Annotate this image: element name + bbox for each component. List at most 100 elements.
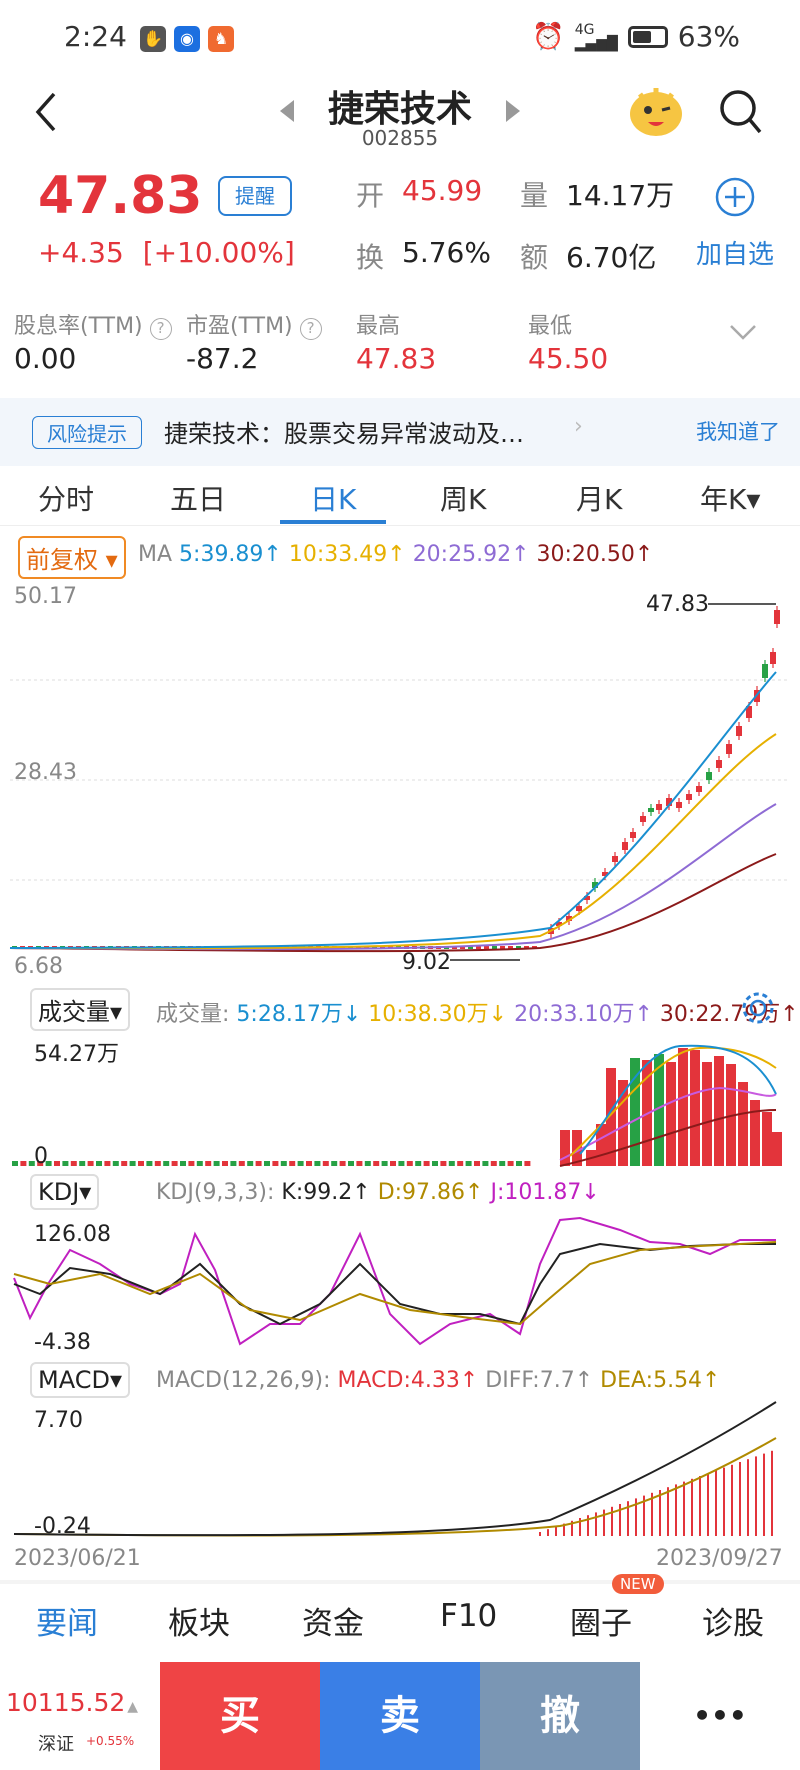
- risk-notice-bar[interactable]: 风险提示 捷荣技术：股票交易异常波动及… › 我知道了: [0, 398, 800, 466]
- volume-bar: [272, 1161, 279, 1166]
- volume-selector[interactable]: 成交量▾: [30, 988, 131, 1031]
- nav-f10[interactable]: F10: [440, 1598, 497, 1634]
- volume-bar: [339, 1161, 346, 1166]
- dismiss-button[interactable]: 我知道了: [696, 416, 780, 446]
- candle: [484, 946, 489, 949]
- battery-icon: [627, 25, 668, 48]
- volume-bar: [516, 1161, 522, 1166]
- more-button[interactable]: •••: [640, 1662, 800, 1770]
- high-value: 47.83: [356, 342, 437, 375]
- macd-selector[interactable]: MACD▾: [30, 1362, 130, 1398]
- kdj-legend: KDJ(9,3,3): K:99.2↑ D:97.86↑ J:101.87↓: [156, 1180, 600, 1205]
- add-watch-icon[interactable]: [714, 176, 756, 218]
- volume-label: 量: [520, 179, 549, 212]
- volume-bar: [499, 1161, 506, 1166]
- add-watch-button[interactable]: 加自选: [696, 234, 774, 271]
- candle: [640, 816, 646, 822]
- turnover-value: 5.76%: [402, 236, 491, 269]
- index-change: +0.55%: [86, 1734, 135, 1748]
- ma30-line: [9, 853, 777, 953]
- chevron-down-icon[interactable]: [728, 322, 758, 342]
- kline-min-label: 9.02: [402, 950, 451, 975]
- bottom-nav: 要闻 板块 资金 F10 圈子 NEW 诊股: [0, 1574, 800, 1660]
- cancel-order-button[interactable]: 撤: [480, 1662, 640, 1770]
- next-stock-icon[interactable]: [504, 98, 522, 124]
- nav-news[interactable]: 要闻: [36, 1598, 98, 1643]
- open-value: 45.99: [402, 174, 483, 207]
- candle: [716, 760, 722, 768]
- candle: [736, 726, 742, 736]
- volume-bar: [87, 1161, 94, 1166]
- volume-bar: [314, 1161, 321, 1166]
- buy-button[interactable]: 买: [160, 1662, 320, 1770]
- volume-bar: [154, 1161, 161, 1166]
- candle: [686, 794, 692, 800]
- candle: [612, 856, 618, 862]
- sell-button[interactable]: 卖: [320, 1662, 480, 1770]
- bulb-icon: ◉: [174, 26, 200, 52]
- tab-daily-k[interactable]: 日K: [310, 478, 356, 518]
- nav-sector[interactable]: 板块: [168, 1598, 230, 1643]
- nav-diagnose[interactable]: 诊股: [702, 1598, 764, 1643]
- volume-bar: [255, 1161, 262, 1166]
- info-icon: ?: [149, 318, 172, 340]
- nav-funds[interactable]: 资金: [302, 1598, 364, 1643]
- volume-bar: [524, 1161, 531, 1166]
- volume-y-max: 54.27万: [34, 1042, 119, 1067]
- new-badge: NEW: [612, 1574, 664, 1594]
- volume-bar: [348, 1161, 354, 1166]
- volume-bar: [390, 1161, 396, 1166]
- volume-y-min: 0: [34, 1144, 48, 1169]
- volume-bar: [222, 1161, 228, 1166]
- dividend-value: 0.00: [14, 342, 77, 375]
- volume-bar: [247, 1161, 254, 1166]
- tab-five-day[interactable]: 五日: [170, 478, 226, 518]
- candle: [696, 786, 702, 792]
- volume-bar: [702, 1062, 712, 1166]
- candle: [576, 906, 582, 911]
- kline-chart[interactable]: [0, 576, 800, 986]
- kdj-y-min: -4.38: [34, 1330, 91, 1355]
- volume-bar: [289, 1161, 296, 1166]
- candle: [648, 808, 654, 812]
- volume-bar: [54, 1161, 60, 1166]
- settings-gear-icon[interactable]: [740, 990, 776, 1026]
- alert-button[interactable]: 提醒: [218, 176, 292, 216]
- chevron-right-icon: ›: [574, 414, 583, 439]
- volume-bar: [264, 1161, 270, 1166]
- tab-weekly-k[interactable]: 周K: [440, 478, 486, 518]
- volume-bar: [490, 1161, 497, 1166]
- candle: [676, 802, 682, 808]
- nav-circle[interactable]: 圈子: [570, 1598, 632, 1643]
- notification-icons: ✋ ◉ ♞: [140, 26, 234, 52]
- macd-chart[interactable]: [0, 1400, 800, 1540]
- volume-bar: [213, 1161, 220, 1166]
- volume-bar: [129, 1161, 136, 1166]
- tab-monthly-k[interactable]: 月K: [576, 478, 622, 518]
- stock-header: 捷荣技术 002855: [0, 80, 800, 160]
- open-label: 开: [356, 179, 385, 212]
- dea-line: [13, 1437, 777, 1537]
- candle: [656, 804, 662, 810]
- volume-bar: [96, 1161, 102, 1166]
- volume-bar: [306, 1161, 312, 1166]
- tab-timeshare[interactable]: 分时: [38, 478, 94, 518]
- kdj-selector[interactable]: KDJ▾: [30, 1174, 100, 1210]
- volume-chart[interactable]: [0, 1030, 800, 1170]
- status-bar: 2:24 ✋ ◉ ♞ ⏰ 4G ▂▄▆█ 63%: [0, 0, 800, 80]
- trade-action-bar: 10115.52 ▲ 深证 +0.55% 买 卖 撤 •••: [0, 1662, 800, 1770]
- back-icon[interactable]: [34, 90, 58, 134]
- tab-yearly-k[interactable]: 年K▾: [700, 478, 760, 518]
- kdj-chart[interactable]: [0, 1214, 800, 1354]
- mascot-icon[interactable]: [626, 80, 686, 140]
- index-ticker[interactable]: 10115.52 ▲ 深证 +0.55%: [0, 1662, 160, 1770]
- pe-value: -87.2: [186, 342, 259, 375]
- volume-bar: [738, 1082, 748, 1166]
- prev-stock-icon[interactable]: [278, 98, 296, 124]
- search-icon[interactable]: [718, 88, 762, 136]
- stock-code: 002855: [361, 126, 439, 150]
- volume-bar: [280, 1161, 287, 1166]
- volume-bar: [230, 1161, 237, 1166]
- adjust-selector[interactable]: 前复权 ▾: [18, 536, 126, 579]
- period-tabs: 分时 五日 日K 周K 月K 年K▾: [0, 462, 800, 526]
